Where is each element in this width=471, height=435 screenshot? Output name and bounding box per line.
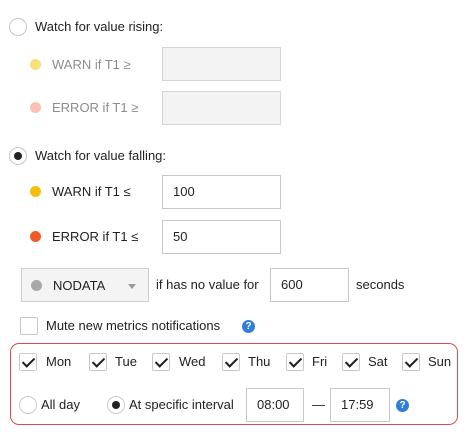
- nodata-state-select[interactable]: NODATA: [21, 268, 149, 302]
- chevron-down-icon: [128, 284, 136, 289]
- day-checkbox-mon[interactable]: [19, 353, 37, 371]
- rising-error-color-dot: [30, 102, 41, 113]
- watch-falling-radio[interactable]: [9, 147, 27, 165]
- day-label-wed: Wed: [179, 354, 206, 369]
- specific-interval-label: At specific interval: [129, 397, 234, 412]
- watch-rising-radio[interactable]: [9, 18, 27, 36]
- mute-notifications-label: Mute new metrics notifications: [46, 318, 221, 333]
- nodata-prefix-label: if has no value for: [156, 277, 259, 292]
- nodata-state-color-dot: [31, 280, 42, 291]
- all-day-radio[interactable]: [19, 396, 37, 414]
- watch-rising-label: Watch for value rising:: [35, 19, 164, 34]
- day-checkbox-tue[interactable]: [89, 353, 107, 371]
- interval-help-icon[interactable]: ?: [396, 399, 409, 412]
- falling-error-color-dot: [30, 231, 41, 242]
- interval-separator: —: [312, 397, 325, 412]
- rising-error-label: ERROR if T1 ≥: [52, 100, 139, 115]
- specific-interval-radio[interactable]: [107, 396, 125, 414]
- falling-warn-input[interactable]: 100: [162, 175, 281, 209]
- all-day-label: All day: [41, 397, 81, 412]
- rising-warn-label: WARN if T1 ≥: [52, 57, 131, 72]
- day-label-sun: Sun: [428, 354, 452, 369]
- rising-error-input[interactable]: [162, 91, 281, 125]
- mute-notifications-checkbox[interactable]: [20, 317, 38, 335]
- day-checkbox-thu[interactable]: [222, 353, 240, 371]
- interval-from-input[interactable]: 08:00: [246, 388, 304, 422]
- falling-warn-label: WARN if T1 ≤: [52, 184, 131, 199]
- nodata-suffix-label: seconds: [356, 277, 405, 292]
- day-label-tue: Tue: [115, 354, 137, 369]
- day-checkbox-sun[interactable]: [402, 353, 420, 371]
- day-label-sat: Sat: [368, 354, 388, 369]
- day-checkbox-sat[interactable]: [342, 353, 360, 371]
- falling-warn-color-dot: [30, 186, 41, 197]
- day-label-thu: Thu: [248, 354, 271, 369]
- rising-warn-color-dot: [30, 59, 41, 70]
- watch-falling-label: Watch for value falling:: [35, 148, 167, 163]
- day-label-fri: Fri: [312, 354, 328, 369]
- rising-warn-input[interactable]: [162, 47, 281, 81]
- falling-error-input[interactable]: 50: [162, 220, 281, 254]
- day-checkbox-fri[interactable]: [286, 353, 304, 371]
- interval-to-input[interactable]: 17:59: [330, 388, 390, 422]
- falling-error-label: ERROR if T1 ≤: [52, 229, 139, 244]
- mute-help-icon[interactable]: ?: [242, 320, 255, 333]
- nodata-state-label: NODATA: [53, 278, 106, 293]
- day-label-mon: Mon: [46, 354, 72, 369]
- nodata-seconds-input[interactable]: 600: [270, 268, 349, 302]
- day-checkbox-wed[interactable]: [152, 353, 170, 371]
